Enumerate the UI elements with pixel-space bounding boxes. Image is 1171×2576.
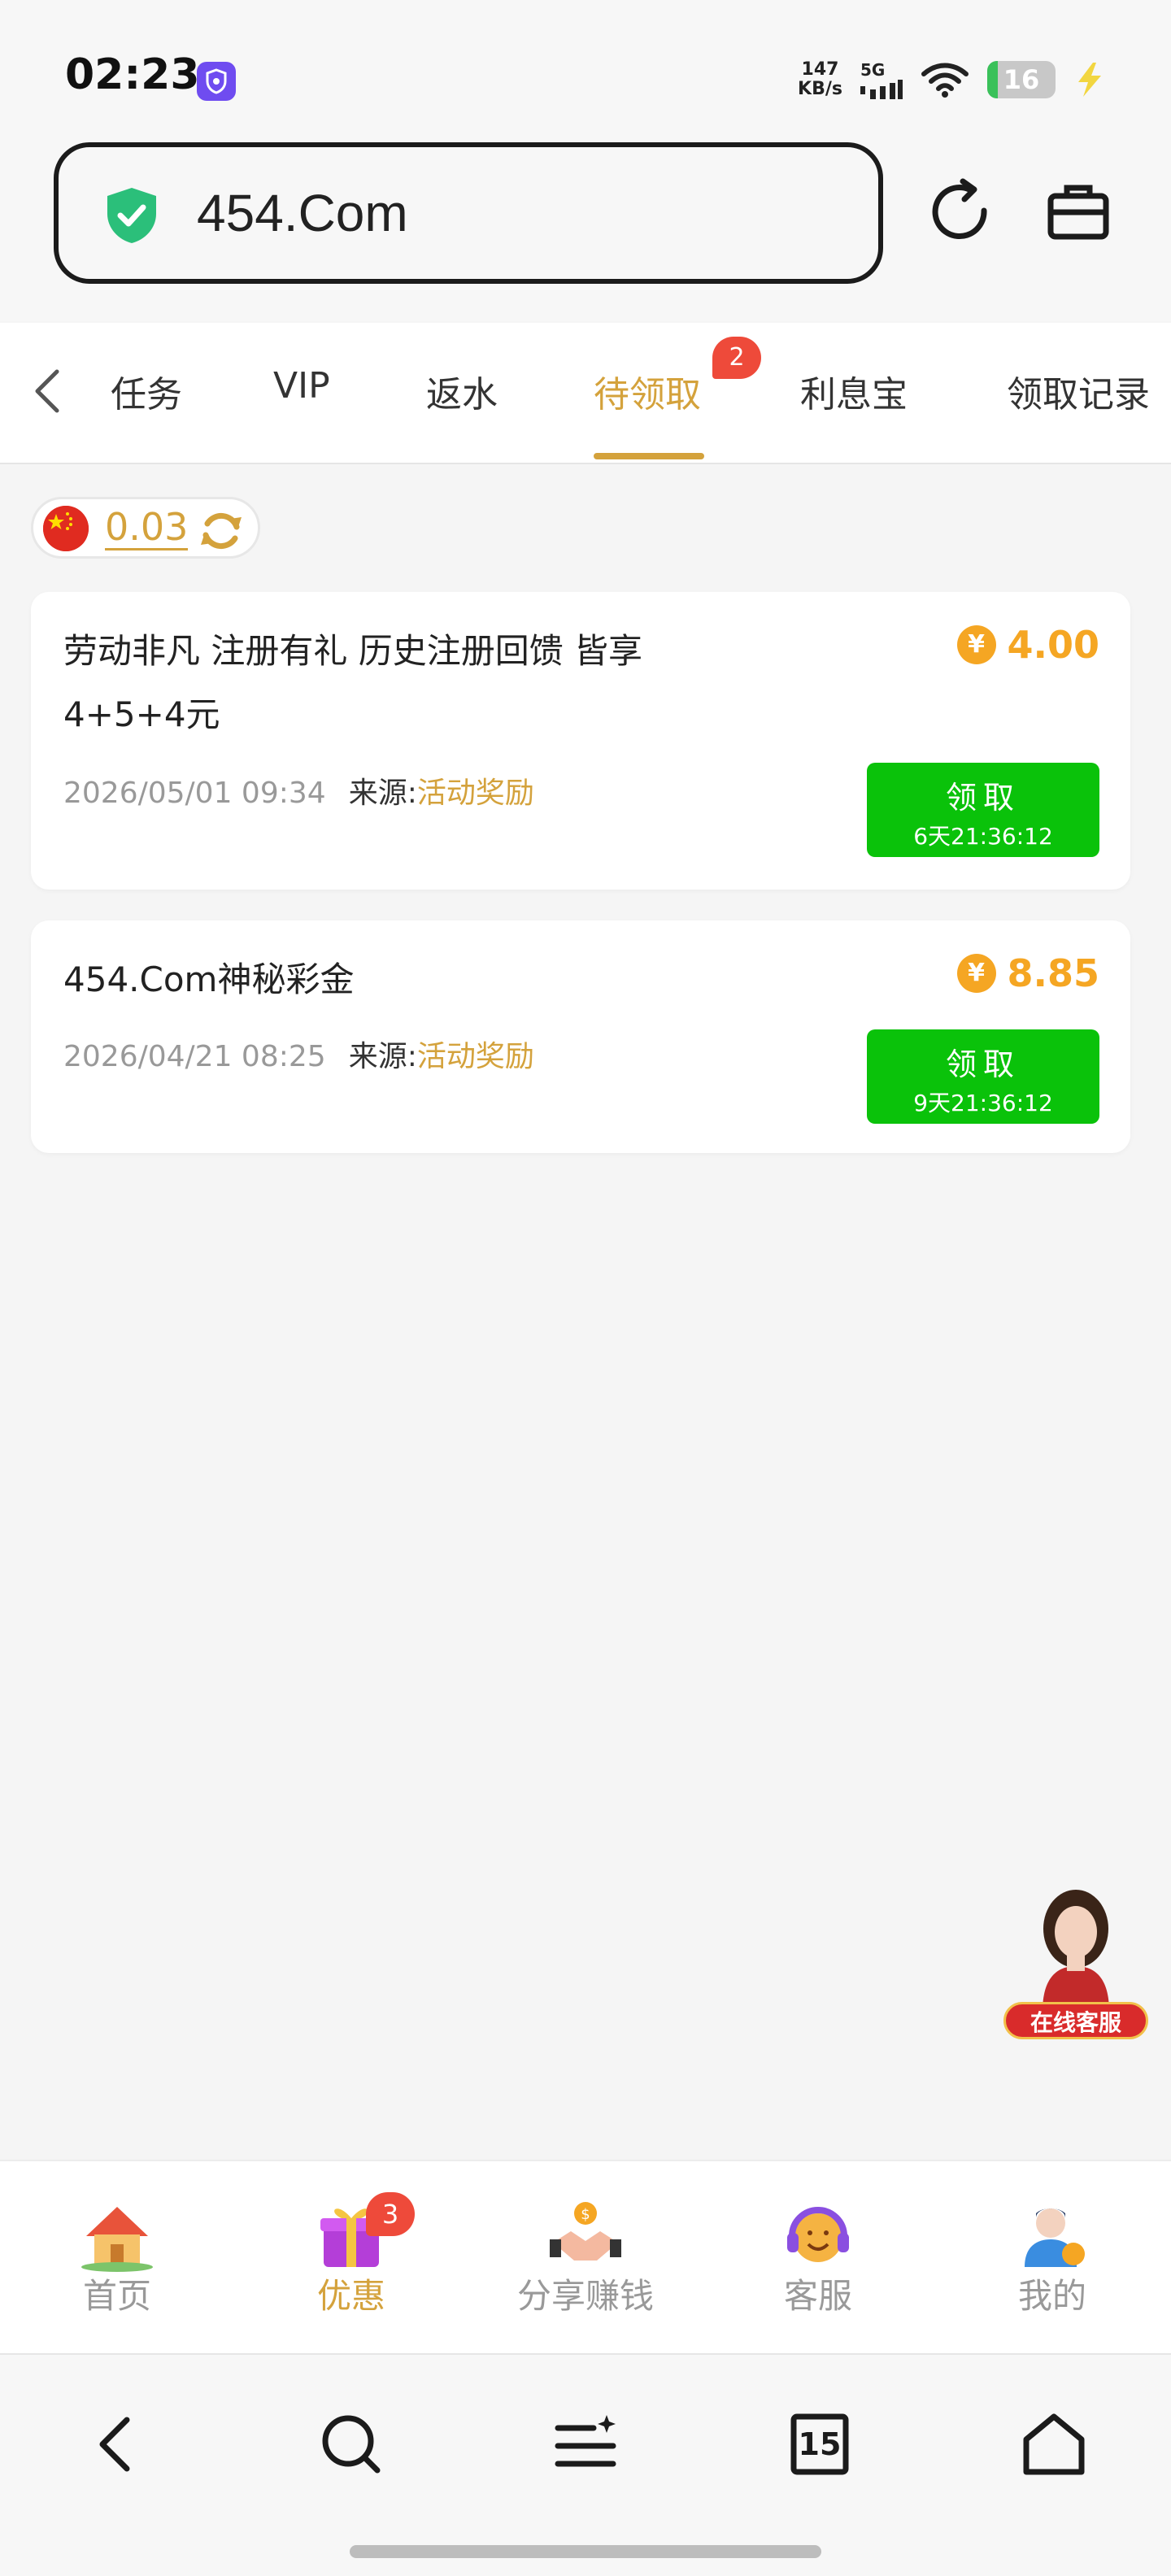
back-icon[interactable]	[76, 2404, 158, 2485]
china-flag-icon	[43, 506, 89, 551]
yen-coin-icon: ¥	[956, 625, 996, 664]
tab-claim-history[interactable]: 领取记录	[1007, 365, 1150, 417]
vpn-shield-icon	[197, 62, 236, 101]
claim-countdown: 9天21:36:12	[913, 1090, 1053, 1116]
reward-title: 劳动非凡 注册有礼 历史注册回馈 皆享	[63, 631, 643, 671]
claim-button-label: 领取	[945, 1046, 1021, 1082]
reward-amount-value: 8.85	[1007, 951, 1100, 995]
yen-coin-icon: ¥	[956, 954, 996, 993]
wifi-icon	[921, 63, 969, 98]
toolbox-icon[interactable]	[1046, 180, 1111, 245]
tabs-count: 15	[798, 2426, 842, 2462]
reward-datetime: 2026/05/01 09:34	[63, 777, 326, 810]
reward-source-label: 来源:	[348, 1040, 417, 1073]
house-icon	[81, 2207, 153, 2272]
network-speed-unit: KB/s	[798, 79, 842, 99]
user-icon	[1025, 2208, 1085, 2267]
status-bar: 02:23 147 KB/s 5G 16	[0, 0, 1171, 142]
floating-customer-service[interactable]: 在线客服	[1003, 1882, 1148, 2044]
home-icon[interactable]	[1013, 2404, 1095, 2485]
claim-button-label: 领取	[945, 780, 1021, 816]
tab-interest[interactable]: 利息宝	[800, 365, 908, 417]
handshake-coin-icon: $	[550, 2202, 621, 2261]
tab-vip[interactable]: VIP	[273, 365, 330, 407]
refresh-icon[interactable]	[927, 178, 995, 246]
balance-refresh-icon[interactable]	[198, 507, 245, 555]
battery-fill	[987, 61, 999, 98]
reward-source-value: 活动奖励	[416, 1040, 534, 1073]
wallet-balance-chip[interactable]: 0.03	[31, 497, 260, 559]
reward-source-value: 活动奖励	[416, 777, 534, 810]
bottom-navigation: 首页 优惠 3 $ 分享赚钱 客服 我的	[0, 2160, 1171, 2353]
active-tab-indicator	[594, 453, 704, 459]
menu-icon[interactable]	[545, 2404, 626, 2485]
reward-card: 劳动非凡 注册有礼 历史注册回馈 皆享 4+5+4元 2026/05/01 09…	[31, 592, 1130, 890]
tab-scroll-left-icon[interactable]	[28, 367, 68, 416]
nav-label: 首页	[82, 2276, 151, 2316]
status-time: 02:23	[65, 50, 200, 99]
nav-promotions[interactable]: 优惠 3	[270, 2192, 433, 2317]
reward-title-line2: 4+5+4元	[63, 694, 220, 734]
nav-label: 优惠	[316, 2276, 385, 2316]
tab-pending-claim[interactable]: 待领取	[594, 365, 701, 417]
svg-text:$: $	[581, 2206, 590, 2223]
reward-title: 454.Com神秘彩金	[63, 959, 355, 999]
nav-label: 我的	[1017, 2276, 1086, 2316]
network-speed: 147 KB/s	[798, 60, 842, 99]
pending-count-badge: 2	[712, 337, 761, 379]
search-icon[interactable]	[311, 2404, 392, 2485]
reward-source-label: 来源:	[348, 777, 417, 810]
battery-indicator: 16	[987, 61, 1056, 98]
nav-home[interactable]: 首页	[36, 2195, 198, 2317]
home-indicator[interactable]	[350, 2545, 821, 2558]
signal-type: 5G	[860, 60, 886, 80]
browser-toolbar: 15	[0, 2353, 1171, 2576]
cellular-signal-icon: 5G	[860, 60, 903, 99]
claim-button[interactable]: 领取 6天21:36:12	[867, 763, 1099, 857]
secure-shield-icon	[107, 188, 156, 243]
reward-meta: 2026/04/21 08:25 来源:活动奖励	[63, 1033, 534, 1075]
charging-bolt-icon	[1078, 63, 1101, 97]
browser-address-row: 454.Com	[0, 142, 1171, 321]
nav-profile[interactable]: 我的	[971, 2195, 1134, 2317]
tab-rebate[interactable]: 返水	[426, 365, 498, 417]
reward-meta: 2026/05/01 09:34 来源:活动奖励	[63, 769, 534, 812]
nav-customer-service[interactable]: 客服	[737, 2195, 899, 2317]
promo-tabs: 任务 VIP 返水 待领取 利息宝 领取记录 2	[0, 323, 1171, 464]
status-indicators: 147 KB/s 5G 16	[798, 55, 1106, 104]
battery-level: 16	[1003, 64, 1040, 95]
nav-label: 分享赚钱	[516, 2276, 654, 2316]
network-speed-value: 147	[801, 59, 839, 80]
claim-countdown: 6天21:36:12	[913, 823, 1053, 850]
reward-amount: ¥ 4.00	[956, 623, 1100, 667]
reward-amount: ¥ 8.85	[956, 951, 1100, 995]
nav-share-earn[interactable]: $ 分享赚钱	[504, 2195, 667, 2317]
service-agent-avatar-icon	[1043, 1890, 1109, 2012]
reward-card: 454.Com神秘彩金 2026/04/21 08:25 来源:活动奖励 ¥ 8.…	[31, 920, 1130, 1153]
tab-tasks[interactable]: 任务	[111, 365, 182, 417]
online-service-label: 在线客服	[1003, 2002, 1148, 2039]
url-text[interactable]: 454.Com	[197, 183, 408, 243]
wallet-balance: 0.03	[105, 505, 189, 550]
tabs-icon[interactable]: 15	[779, 2404, 860, 2485]
headset-icon	[787, 2207, 849, 2262]
address-bar[interactable]: 454.Com	[54, 142, 883, 284]
promotions-badge: 3	[366, 2192, 415, 2236]
reward-datetime: 2026/04/21 08:25	[63, 1040, 326, 1073]
nav-label: 客服	[783, 2276, 852, 2316]
claim-button[interactable]: 领取 9天21:36:12	[867, 1029, 1099, 1124]
reward-amount-value: 4.00	[1007, 623, 1100, 667]
